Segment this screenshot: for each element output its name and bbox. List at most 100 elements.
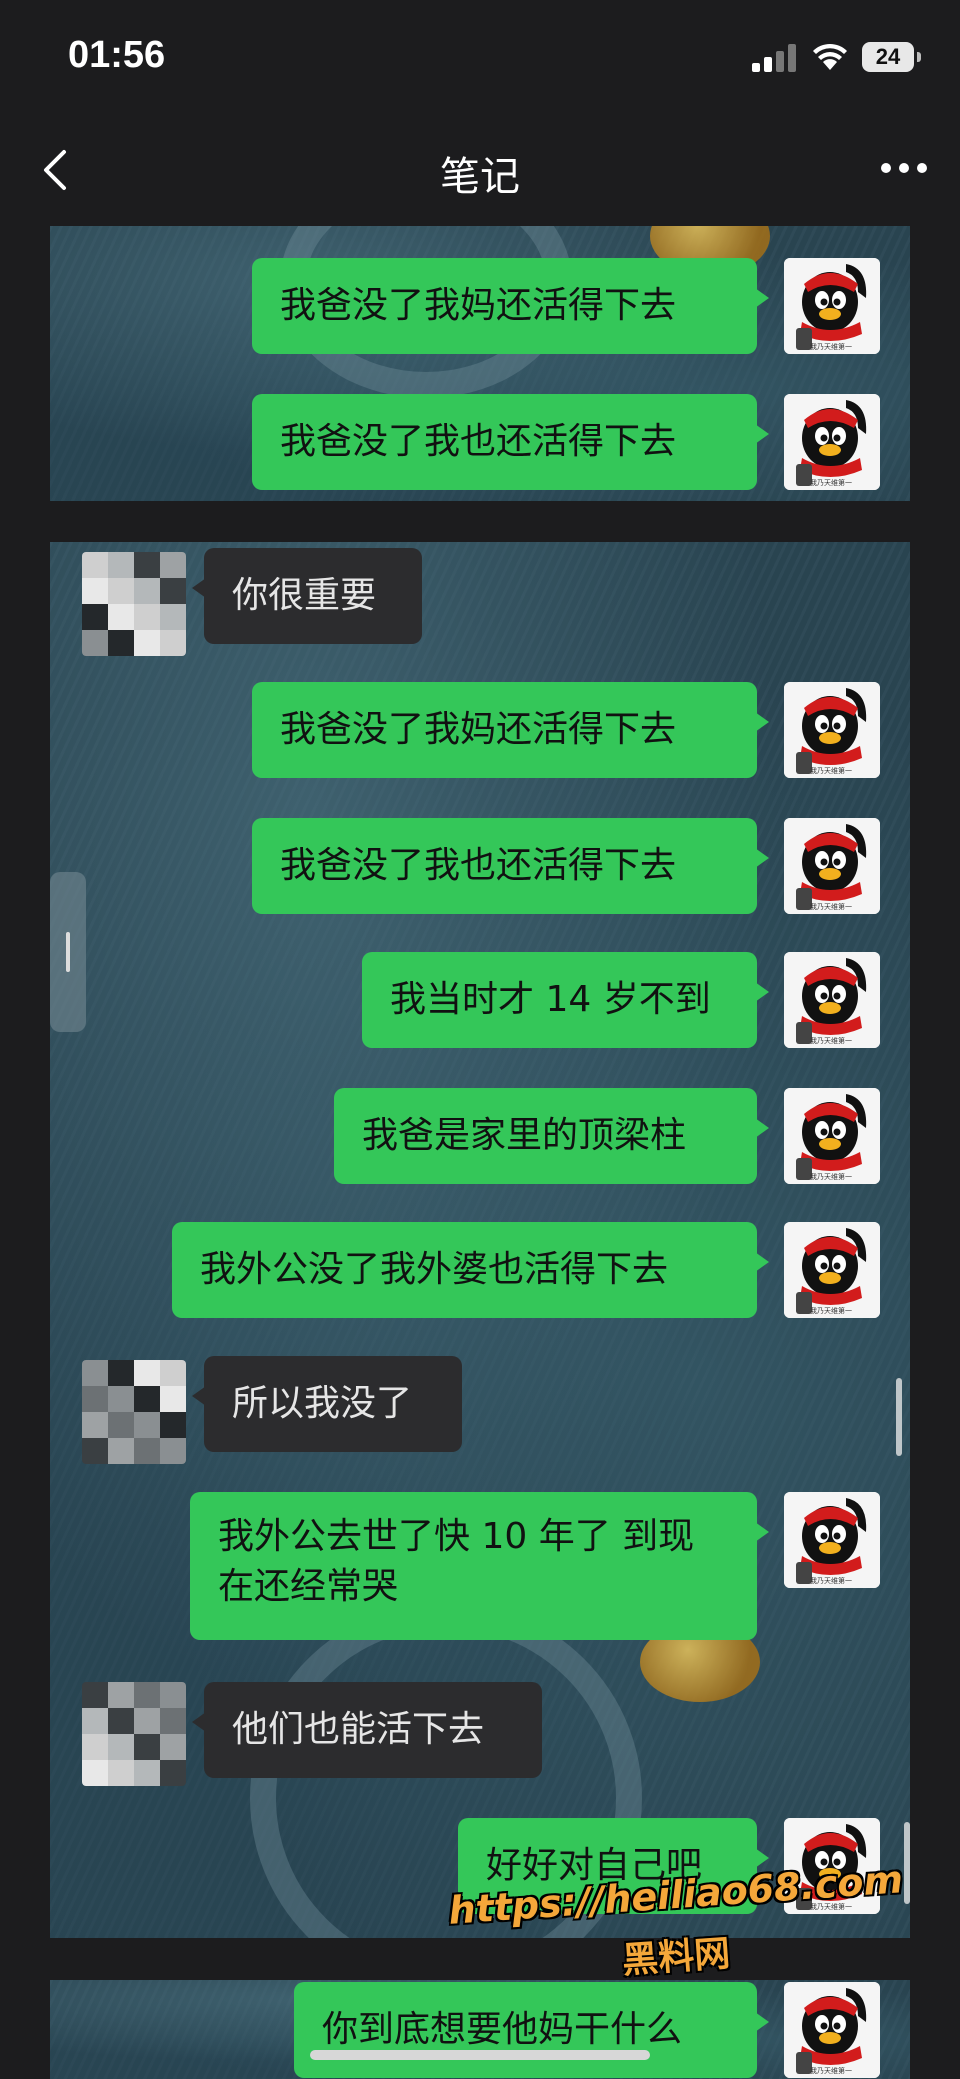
avatar-mosaic-pixel <box>108 552 134 578</box>
message-bubble-received: 你很重要 <box>192 548 422 644</box>
avatar-caption: 我乃天维第一 <box>810 343 852 351</box>
watermark-name: 黑料网 <box>620 1933 732 1982</box>
more-options-icon[interactable] <box>874 148 934 188</box>
battery-icon: 24 <box>862 42 921 72</box>
message-bubble-sent: 我爸是家里的顶梁柱 <box>334 1088 769 1184</box>
penguin-avatar-icon <box>784 1222 880 1318</box>
scroll-indicator-outer[interactable] <box>904 1822 910 1904</box>
avatar-mosaic-pixel <box>160 1360 186 1386</box>
avatar: 我乃天维第一 <box>784 818 880 914</box>
avatar-caption: 我乃天维第一 <box>810 2067 852 2075</box>
side-drag-handle[interactable] <box>50 872 86 1032</box>
avatar-caption: 我乃天维第一 <box>810 479 852 487</box>
avatar-caption: 我乃天维第一 <box>810 1173 852 1181</box>
avatar-contact <box>82 1360 186 1464</box>
avatar-mosaic-pixel <box>134 604 160 630</box>
avatar: 我乃天维第一 <box>784 952 880 1048</box>
avatar-mosaic-pixel <box>108 630 134 656</box>
avatar-caption: 我乃天维第一 <box>810 767 852 775</box>
penguin-avatar-icon <box>784 1492 880 1588</box>
penguin-avatar-icon <box>784 1982 880 2078</box>
avatar-mosaic-pixel <box>134 1708 160 1734</box>
penguin-avatar-icon <box>784 818 880 914</box>
avatar-caption: 我乃天维第一 <box>810 1307 852 1315</box>
cellular-signal-icon <box>752 44 798 72</box>
avatar-mosaic-pixel <box>160 1708 186 1734</box>
penguin-avatar-icon <box>784 682 880 778</box>
message-bubble-received: 所以我没了 <box>192 1356 462 1452</box>
penguin-avatar-icon <box>784 1088 880 1184</box>
avatar: 我乃天维第一 <box>784 258 880 354</box>
avatar-mosaic-pixel <box>160 1386 186 1412</box>
avatar-mosaic-pixel <box>134 1760 160 1786</box>
avatar-mosaic-pixel <box>108 1412 134 1438</box>
avatar-mosaic-pixel <box>134 1386 160 1412</box>
avatar-mosaic-pixel <box>160 1412 186 1438</box>
avatar-mosaic-pixel <box>160 604 186 630</box>
page-title: 笔记 <box>440 154 520 200</box>
avatar-mosaic-pixel <box>82 1386 108 1412</box>
avatar-mosaic-pixel <box>82 1708 108 1734</box>
avatar-mosaic-pixel <box>108 604 134 630</box>
avatar-mosaic-pixel <box>134 1412 160 1438</box>
avatar-mosaic-pixel <box>108 578 134 604</box>
avatar-mosaic-pixel <box>160 552 186 578</box>
status-bar: 01:56 24 <box>0 0 960 110</box>
avatar-mosaic-pixel <box>134 1360 160 1386</box>
avatar-mosaic-pixel <box>82 552 108 578</box>
message-bubble-sent: 我爸没了我也还活得下去 <box>252 818 769 914</box>
avatar-mosaic-pixel <box>82 1760 108 1786</box>
avatar-caption: 我乃天维第一 <box>810 903 852 911</box>
avatar-mosaic-pixel <box>82 1412 108 1438</box>
avatar-mosaic-pixel <box>160 578 186 604</box>
message-bubble-sent: 我爸没了我也还活得下去 <box>252 394 769 490</box>
avatar-mosaic-pixel <box>134 1438 160 1464</box>
avatar: 我乃天维第一 <box>784 1222 880 1318</box>
message-bubble-sent: 我当时才 14 岁不到 <box>362 952 769 1048</box>
nav-bar: 笔记 <box>0 120 960 220</box>
home-indicator[interactable] <box>310 2050 650 2060</box>
message-bubble-sent: 我外公去世了快 10 年了 到现在还经常哭 <box>190 1492 769 1640</box>
avatar-mosaic-pixel <box>108 1760 134 1786</box>
avatar-mosaic-pixel <box>108 1438 134 1464</box>
avatar-mosaic-pixel <box>82 604 108 630</box>
avatar-contact <box>82 552 186 656</box>
avatar-mosaic-pixel <box>108 1682 134 1708</box>
avatar-mosaic-pixel <box>82 1734 108 1760</box>
avatar-mosaic-pixel <box>82 1682 108 1708</box>
avatar-mosaic-pixel <box>82 630 108 656</box>
avatar-mosaic-pixel <box>160 1438 186 1464</box>
avatar-mosaic-pixel <box>134 552 160 578</box>
message-bubble-sent: 我外公没了我外婆也活得下去 <box>172 1222 769 1318</box>
message-bubble-sent: 我爸没了我妈还活得下去 <box>252 258 769 354</box>
avatar-mosaic-pixel <box>134 1734 160 1760</box>
wifi-icon <box>813 43 847 70</box>
avatar-mosaic-pixel <box>108 1386 134 1412</box>
avatar-mosaic-pixel <box>160 630 186 656</box>
avatar-mosaic-pixel <box>160 1760 186 1786</box>
penguin-avatar-icon <box>784 952 880 1048</box>
penguin-avatar-icon <box>784 258 880 354</box>
penguin-avatar-icon <box>784 394 880 490</box>
avatar-caption: 我乃天维第一 <box>810 1037 852 1045</box>
avatar-contact <box>82 1682 186 1786</box>
avatar-mosaic-pixel <box>134 578 160 604</box>
avatar-mosaic-pixel <box>108 1708 134 1734</box>
avatar-mosaic-pixel <box>82 1438 108 1464</box>
avatar-mosaic-pixel <box>134 630 160 656</box>
avatar: 我乃天维第一 <box>784 1492 880 1588</box>
avatar-mosaic-pixel <box>160 1734 186 1760</box>
status-time: 01:56 <box>68 34 166 76</box>
avatar: 我乃天维第一 <box>784 1982 880 2078</box>
avatar-caption: 我乃天维第一 <box>810 1577 852 1585</box>
message-bubble-received: 他们也能活下去 <box>192 1682 542 1778</box>
avatar-mosaic-pixel <box>108 1734 134 1760</box>
avatar-mosaic-pixel <box>82 578 108 604</box>
avatar: 我乃天维第一 <box>784 1088 880 1184</box>
avatar-mosaic-pixel <box>160 1682 186 1708</box>
message-bubble-sent: 我爸没了我妈还活得下去 <box>252 682 769 778</box>
message-bubble-sent: 你到底想要他妈干什么 <box>294 1982 769 2078</box>
avatar: 我乃天维第一 <box>784 682 880 778</box>
avatar-mosaic-pixel <box>82 1360 108 1386</box>
avatar-mosaic-pixel <box>134 1682 160 1708</box>
